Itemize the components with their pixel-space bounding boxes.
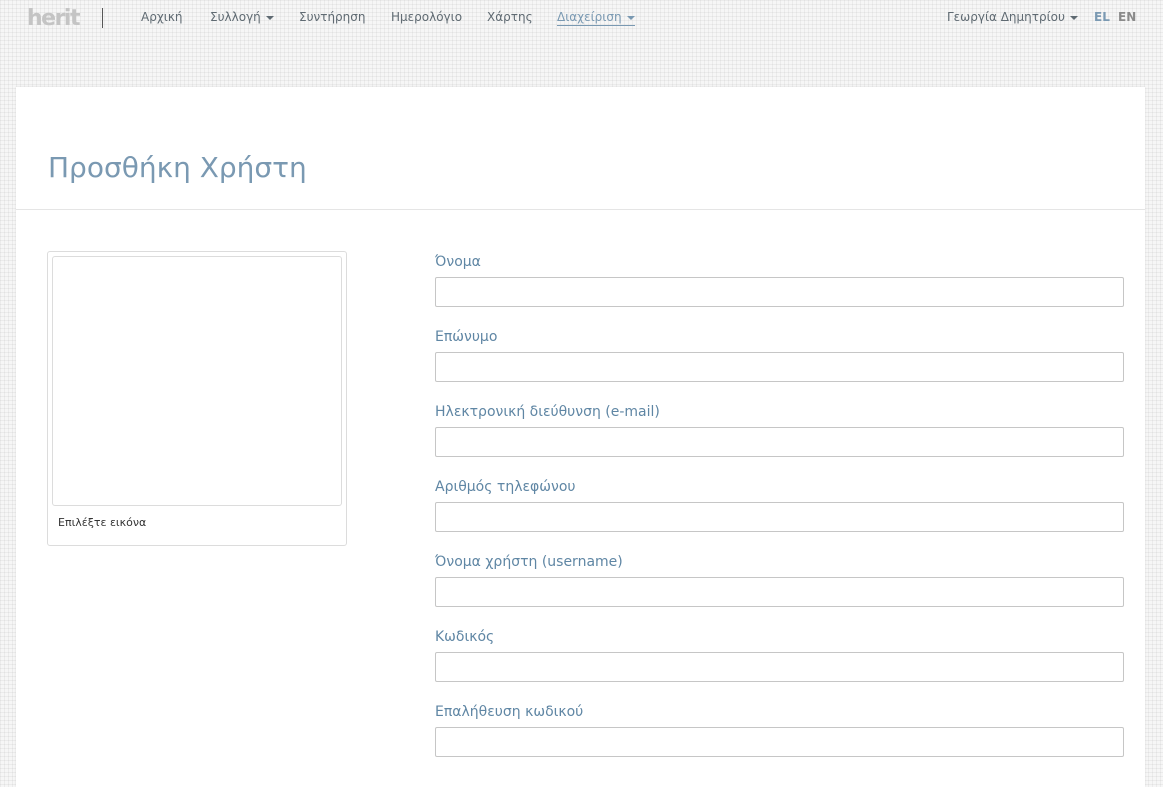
- nav-maintenance-label: Συντήρηση: [299, 10, 366, 24]
- email-group: Ηλεκτρονική διεύθυνση (e-mail): [435, 403, 1124, 457]
- caret-down-icon: [265, 15, 274, 20]
- password-label: Κωδικός: [435, 629, 495, 645]
- nav-map[interactable]: Χάρτης: [487, 10, 533, 24]
- password-confirm-group: Επαλήθευση κωδικού: [435, 703, 1124, 757]
- nav-collection-label: Συλλογή: [210, 10, 261, 24]
- nav-admin-dropdown[interactable]: Διαχείριση: [557, 10, 635, 26]
- page-title: Προσθήκη Χρήστη: [48, 151, 307, 184]
- username-input[interactable]: [435, 577, 1124, 607]
- password-group: Κωδικός: [435, 628, 1124, 682]
- password-input[interactable]: [435, 652, 1124, 682]
- logo-text: herit: [27, 5, 81, 31]
- email-input[interactable]: [435, 427, 1124, 457]
- nav-maintenance[interactable]: Συντήρηση: [299, 10, 366, 24]
- profile-image-card: Επιλέξτε εικόνα: [47, 251, 347, 546]
- password-confirm-input[interactable]: [435, 727, 1124, 757]
- email-label: Ηλεκτρονική διεύθυνση (e-mail): [435, 404, 660, 420]
- username-label: Όνομα χρήστη (username): [435, 554, 623, 570]
- caret-down-icon: [626, 15, 635, 20]
- phone-label: Αριθμός τηλεφώνου: [435, 479, 576, 495]
- nav-home-label: Αρχική: [141, 10, 183, 24]
- logo-divider: [102, 8, 103, 28]
- user-name: Γεωργία Δημητρίου: [947, 10, 1065, 24]
- nav-calendar[interactable]: Ημερολόγιο: [391, 10, 462, 24]
- password-confirm-label: Επαλήθευση κωδικού: [435, 704, 584, 720]
- first-name-label: Όνομα: [435, 254, 481, 270]
- top-navigation-bar: herit Αρχική Συλλογή Συντήρηση Ημερολόγι…: [0, 0, 1163, 36]
- profile-image-preview[interactable]: [52, 256, 342, 506]
- nav-calendar-label: Ημερολόγιο: [391, 10, 463, 24]
- last-name-group: Επώνυμο: [435, 328, 1124, 382]
- phone-group: Αριθμός τηλεφώνου: [435, 478, 1124, 532]
- choose-image-link[interactable]: Επιλέξτε εικόνα: [58, 516, 146, 529]
- main-panel: Προσθήκη Χρήστη Επιλέξτε εικόνα Όνομα Επ…: [16, 87, 1145, 787]
- herit-logo[interactable]: herit: [27, 5, 81, 31]
- nav-map-label: Χάρτης: [487, 10, 533, 24]
- nav-home[interactable]: Αρχική: [141, 10, 183, 24]
- user-menu-dropdown[interactable]: Γεωργία Δημητρίου: [947, 10, 1078, 24]
- title-divider: [16, 209, 1145, 210]
- first-name-input[interactable]: [435, 277, 1124, 307]
- nav-admin-label: Διαχείριση: [557, 10, 622, 24]
- last-name-input[interactable]: [435, 352, 1124, 382]
- caret-down-icon: [1069, 15, 1078, 20]
- phone-input[interactable]: [435, 502, 1124, 532]
- language-en[interactable]: EN: [1118, 10, 1136, 24]
- language-el[interactable]: EL: [1094, 10, 1110, 24]
- first-name-group: Όνομα: [435, 253, 1124, 307]
- username-group: Όνομα χρήστη (username): [435, 553, 1124, 607]
- nav-collection-dropdown[interactable]: Συλλογή: [210, 10, 274, 24]
- last-name-label: Επώνυμο: [435, 329, 498, 345]
